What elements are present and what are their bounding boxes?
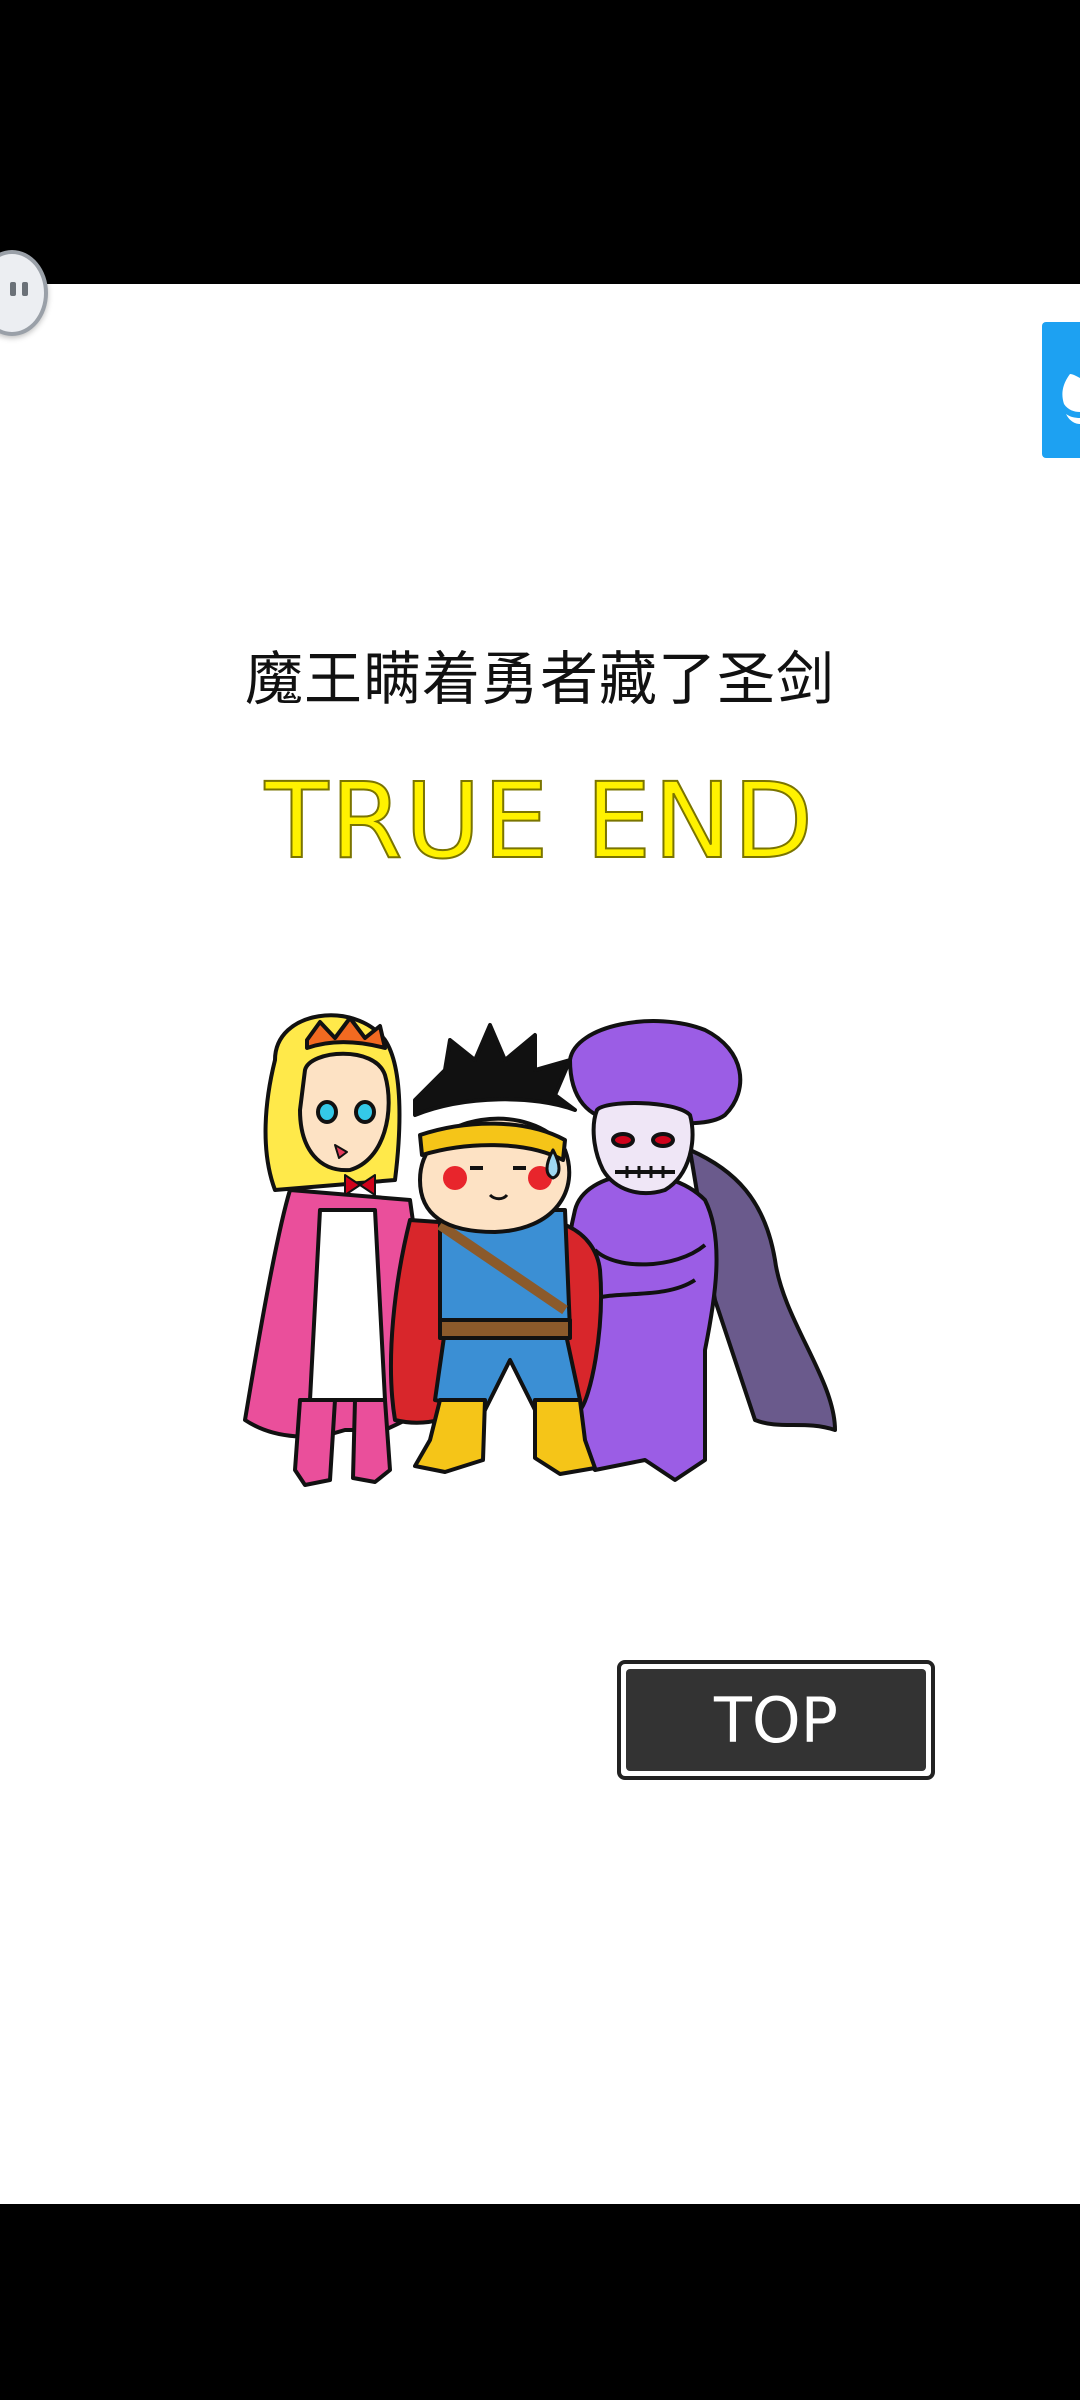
hero-figure — [388, 1023, 603, 1476]
ending-label: TRUE END — [264, 759, 816, 883]
result-title: 魔王瞒着勇者藏了圣剑 — [244, 645, 835, 713]
top-button-label: TOP — [626, 1669, 926, 1771]
top-black-bar — [0, 0, 1080, 284]
twitter-bird-icon — [1062, 374, 1080, 424]
demon-king-figure — [563, 1019, 837, 1482]
bottom-black-bar — [0, 2204, 1080, 2400]
top-button[interactable]: TOP — [617, 1660, 935, 1780]
ending-illustration — [243, 1013, 837, 1487]
twitter-share-button[interactable] — [1042, 322, 1080, 458]
